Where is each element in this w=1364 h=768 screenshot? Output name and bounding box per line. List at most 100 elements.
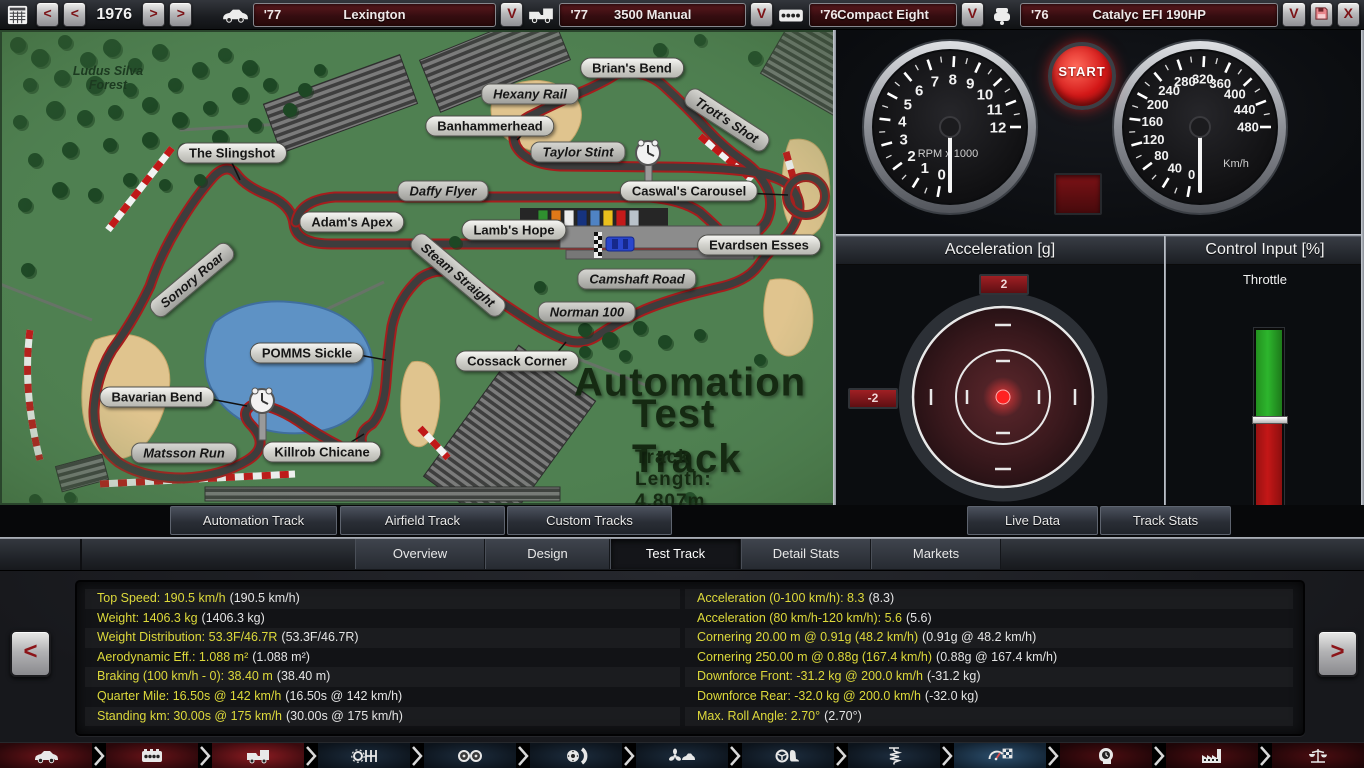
track-straight-label: Hexany Rail <box>481 84 579 105</box>
stat-value: Cornering 250.00 m @ 0.88g (167.4 km/h) <box>697 650 932 664</box>
year-next-button[interactable]: > <box>142 2 165 27</box>
stat-value: Acceleration (80 km/h-120 km/h): 5.6 <box>697 611 902 625</box>
toolbar-trim-button[interactable] <box>212 743 304 768</box>
car-model-icon <box>221 4 249 26</box>
engine-field[interactable]: '76 Compact Eight <box>809 3 957 27</box>
save-button[interactable] <box>1310 2 1333 27</box>
toolbar-markets-button[interactable] <box>1272 743 1364 768</box>
track-straight-label: Matsson Run <box>131 443 237 464</box>
stat-value: Downforce Front: -31.2 kg @ 200.0 km/h <box>697 669 923 683</box>
toolbar-test-track-button[interactable] <box>954 743 1046 768</box>
track-corner-label: POMMS Sickle <box>250 343 364 364</box>
tab-design[interactable]: Design <box>485 539 610 569</box>
stat-value: Aerodynamic Eff.: 1.088 m² <box>97 650 248 664</box>
acceleration-panel: Acceleration [g] <box>836 236 1164 506</box>
toolbar-car-body-button[interactable] <box>0 743 92 768</box>
stat-paren-value: (2.70°) <box>820 709 862 723</box>
stat-paren-value: (0.91g @ 48.2 km/h) <box>918 630 1036 644</box>
trim-dropdown-button[interactable]: V <box>750 2 773 27</box>
year-prev-fast-button[interactable]: < <box>36 2 59 27</box>
track-tab-automation-track[interactable]: Automation Track <box>170 506 337 535</box>
track-tab-custom-tracks[interactable]: Custom Tracks <box>507 506 672 535</box>
year-next-fast-button[interactable]: > <box>169 2 192 27</box>
toolbar-human-button[interactable] <box>1060 743 1152 768</box>
stat-row: Quarter Mile: 16.50s @ 142 km/h(16.50s @… <box>85 687 680 707</box>
svg-text:3: 3 <box>899 132 907 149</box>
variant-field[interactable]: '76 Catalyc EFI 190HP <box>1020 3 1278 27</box>
stat-paren-value: (30.00s @ 175 km/h) <box>282 709 403 723</box>
toolbar-factory-button[interactable] <box>1166 743 1258 768</box>
g-min-label: -2 <box>848 388 898 409</box>
toolbar-suspension-button[interactable] <box>848 743 940 768</box>
track-tab-airfield-track[interactable]: Airfield Track <box>340 506 505 535</box>
toolbar-engine-button[interactable] <box>106 743 198 768</box>
stats-prev-arrow[interactable]: < <box>10 630 51 677</box>
stats-panel: Top Speed: 190.5 km/h(190.5 km/h)Weight:… <box>75 580 1305 736</box>
stats-next-arrow[interactable]: > <box>1317 630 1358 677</box>
stat-row: Aerodynamic Eff.: 1.088 m²(1.088 m²) <box>85 648 680 668</box>
toolbar-wheels-button[interactable] <box>424 743 516 768</box>
factory-icon <box>1199 746 1225 766</box>
tab-overview[interactable]: Overview <box>355 539 485 569</box>
model-dropdown-button[interactable]: V <box>500 2 523 27</box>
g-meter <box>836 263 1164 506</box>
stat-value: Standing km: 30.00s @ 175 km/h <box>97 709 282 723</box>
track-corner-label: Cossack Corner <box>455 351 579 372</box>
engine-dropdown-button[interactable]: V <box>961 2 984 27</box>
svg-text:11: 11 <box>987 102 1003 119</box>
automation-game-window: < < 1976 > > '77 Lexington V '77 3500 Ma… <box>0 0 1364 768</box>
track-straight-label: Daffy Flyer <box>398 181 489 202</box>
toolbar-aero-button[interactable] <box>636 743 728 768</box>
track-corner-label: The Slingshot <box>177 143 287 164</box>
interior-icon <box>775 746 801 766</box>
data-tab-track-stats[interactable]: Track Stats <box>1100 506 1231 535</box>
year-prev-button[interactable]: < <box>63 2 86 27</box>
tab-test-track[interactable]: Test Track <box>610 539 741 569</box>
calendar-icon[interactable] <box>4 4 32 26</box>
stat-row: Top Speed: 190.5 km/h(190.5 km/h) <box>85 589 680 609</box>
svg-text:40: 40 <box>1168 160 1182 175</box>
stat-value: Weight Distribution: 53.3F/46.7R <box>97 630 277 644</box>
acceleration-panel-title: Acceleration [g] <box>836 236 1164 265</box>
variant-year: '76 <box>1031 7 1049 22</box>
toolbar-gearbox-button[interactable] <box>318 743 410 768</box>
engine-year: '76 <box>820 7 838 22</box>
track-corner-label: Banhammerhead <box>425 116 554 137</box>
stat-paren-value: (-31.2 kg) <box>923 669 981 683</box>
toolbar-brakes-button[interactable] <box>530 743 622 768</box>
toolbar-separator <box>1152 743 1166 768</box>
close-button[interactable]: X <box>1337 2 1360 27</box>
toolbar-separator <box>304 743 318 768</box>
variant-dropdown-button[interactable]: V <box>1282 2 1305 27</box>
stat-row: Acceleration (80 km/h-120 km/h): 5.6(5.6… <box>685 609 1293 629</box>
model-field[interactable]: '77 Lexington <box>253 3 497 27</box>
stat-paren-value: (190.5 km/h) <box>226 591 300 605</box>
main-tab-bar: OverviewDesignTest TrackDetail StatsMark… <box>0 539 1364 571</box>
track-corner-label: Adam's Apex <box>299 212 404 233</box>
stat-row: Downforce Front: -31.2 kg @ 200.0 km/h(-… <box>685 667 1293 687</box>
toolbar-separator <box>198 743 212 768</box>
track-straight-label: Camshaft Road <box>577 269 696 290</box>
throttle-slider <box>1252 416 1288 424</box>
trim-field[interactable]: '77 3500 Manual <box>559 3 745 27</box>
toolbar-interior-button[interactable] <box>742 743 834 768</box>
svg-text:5: 5 <box>904 96 912 113</box>
tab-markets[interactable]: Markets <box>871 539 1001 569</box>
svg-text:0: 0 <box>1188 167 1195 182</box>
stat-row: Weight: 1406.3 kg(1406.3 kg) <box>85 609 680 629</box>
telemetry-panel: 0123456789101112RPM x 1000 0408012016020… <box>836 30 1364 506</box>
svg-text:2: 2 <box>907 148 915 165</box>
accel-control-divider <box>1164 236 1166 506</box>
forest-label: Ludus Silva Forest <box>73 64 143 92</box>
control-panel-title: Control Input [%] <box>1166 236 1364 265</box>
tab-detail-stats[interactable]: Detail Stats <box>741 539 871 569</box>
stat-paren-value: (16.50s @ 142 km/h) <box>281 689 402 703</box>
stat-row: Weight Distribution: 53.3F/46.7R(53.3F/4… <box>85 628 680 648</box>
start-button[interactable]: START <box>1048 42 1116 110</box>
tachometer: 0123456789101112RPM x 1000 <box>863 40 1037 214</box>
stat-value: Max. Roll Angle: 2.70° <box>697 709 820 723</box>
data-tab-live-data[interactable]: Live Data <box>967 506 1098 535</box>
stat-value: Cornering 20.00 m @ 0.91g (48.2 km/h) <box>697 630 918 644</box>
design-toolbar <box>0 742 1364 768</box>
g-max-label: 2 <box>979 274 1029 295</box>
